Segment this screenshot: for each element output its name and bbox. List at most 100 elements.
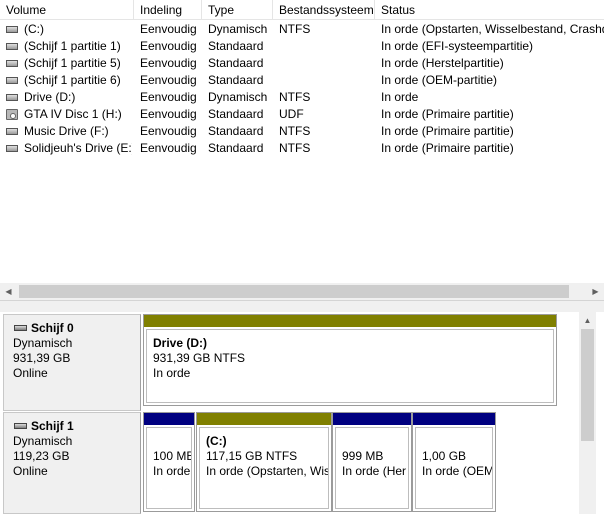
column-header-row: Volume Indeling Type Bestandssysteem Sta…: [0, 0, 604, 20]
disk-row: Schijf 0 Dynamisch 931,39 GB Online Driv…: [3, 314, 579, 411]
partition-details: (C:) 117,15 GB NTFS In orde (Opstarten, …: [199, 427, 329, 509]
volume-status: In orde (Primaire partitie): [381, 107, 514, 121]
volume-layout: Eenvoudig: [140, 124, 197, 138]
volume-layout: Eenvoudig: [140, 141, 197, 155]
column-header-type[interactable]: Type: [202, 0, 273, 20]
volume-type: Standaard: [208, 39, 264, 53]
volume-status: In orde (EFI-systeempartitie): [381, 39, 534, 53]
volume-type: Standaard: [208, 73, 264, 87]
partition-type-bar: [144, 413, 194, 425]
column-header-filesystem[interactable]: Bestandssysteem: [273, 0, 375, 20]
scroll-right-icon[interactable]: ▶: [587, 283, 604, 300]
volume-filesystem: [279, 55, 375, 72]
partition-block[interactable]: (C:) 117,15 GB NTFS In orde (Opstarten, …: [196, 412, 332, 512]
partition-size: 999 MB: [342, 449, 384, 463]
disk-name: Schijf 1: [13, 419, 140, 434]
volume-name: Solidjeuh's Drive (E:): [24, 141, 132, 155]
volume-filesystem: [279, 38, 375, 55]
partition-type-bar: [144, 315, 556, 327]
volume-name: (Schijf 1 partitie 6): [24, 73, 121, 87]
partition-size: 117,15 GB NTFS: [206, 449, 298, 463]
volume-filesystem: [279, 72, 375, 89]
partition-status: In orde (Opstarten, Wis: [206, 464, 329, 478]
volume-row[interactable]: (Schijf 1 partitie 1) Eenvoudig Standaar…: [0, 38, 604, 55]
volume-list: Volume Indeling Type Bestandssysteem Sta…: [0, 0, 604, 302]
scroll-up-icon[interactable]: ▲: [579, 312, 596, 329]
column-header-layout[interactable]: Indeling: [134, 0, 202, 20]
volume-name: (Schijf 1 partitie 5): [24, 56, 121, 70]
partition-type-bar: [333, 413, 411, 425]
volume-row[interactable]: Drive (D:) Eenvoudig Dynamisch NTFS In o…: [0, 89, 604, 106]
volume-status: In orde (Opstarten, Wisselbestand, Crash…: [381, 22, 604, 36]
disk-info[interactable]: Schijf 0 Dynamisch 931,39 GB Online: [3, 314, 141, 411]
partition-block[interactable]: Drive (D:) 931,39 GB NTFS In orde: [143, 314, 557, 406]
partition-details: 999 MB In orde (Her: [335, 427, 409, 509]
volume-name: (C:): [24, 22, 44, 36]
partition-block[interactable]: 100 MB In orde: [143, 412, 195, 512]
volume-layout: Eenvoudig: [140, 73, 197, 87]
hard-disk-icon: [6, 60, 18, 67]
volume-status: In orde: [381, 90, 419, 104]
hard-disk-icon: [14, 325, 27, 331]
partition-status: In orde (OEM: [422, 464, 493, 478]
disk-state: Online: [13, 366, 48, 380]
volume-type: Standaard: [208, 141, 264, 155]
partition-type-bar: [413, 413, 495, 425]
partition-details: Drive (D:) 931,39 GB NTFS In orde: [146, 329, 554, 403]
volume-row[interactable]: (Schijf 1 partitie 6) Eenvoudig Standaar…: [0, 72, 604, 89]
partition-block[interactable]: 1,00 GB In orde (OEM: [412, 412, 496, 512]
volume-row[interactable]: (C:) Eenvoudig Dynamisch NTFS In orde (O…: [0, 21, 604, 38]
partition-title: Drive (D:): [153, 336, 208, 350]
volume-layout: Eenvoudig: [140, 39, 197, 53]
disk-type: Dynamisch: [13, 434, 73, 448]
volume-type: Standaard: [208, 107, 264, 121]
hard-disk-icon: [6, 43, 18, 50]
disk-type: Dynamisch: [13, 336, 73, 350]
volume-status: In orde (Primaire partitie): [381, 124, 514, 138]
column-header-status[interactable]: Status: [375, 0, 604, 20]
disk-size: 119,23 GB: [13, 449, 70, 463]
volume-filesystem: NTFS: [279, 141, 311, 155]
hard-disk-icon: [14, 423, 27, 429]
volume-row[interactable]: (Schijf 1 partitie 5) Eenvoudig Standaar…: [0, 55, 604, 72]
vertical-scrollbar[interactable]: ▲: [579, 312, 596, 514]
horizontal-scroll-thumb[interactable]: [19, 285, 569, 298]
disk-name-label: Schijf 0: [31, 321, 74, 335]
disk-name: Schijf 0: [13, 321, 140, 336]
partition-size: 931,39 GB NTFS: [153, 351, 246, 365]
volume-name: Drive (D:): [24, 90, 76, 104]
pane-splitter[interactable]: [0, 300, 604, 312]
scroll-left-icon[interactable]: ◀: [0, 283, 17, 300]
volume-status: In orde (Primaire partitie): [381, 141, 514, 155]
hard-disk-icon: [6, 26, 18, 33]
volume-row[interactable]: GTA IV Disc 1 (H:) Eenvoudig Standaard U…: [0, 106, 604, 123]
partition-title: (C:): [206, 434, 227, 448]
volume-status: In orde (OEM-partitie): [381, 73, 498, 87]
volume-type: Standaard: [208, 124, 264, 138]
disk-size: 931,39 GB: [13, 351, 71, 365]
partition-details: 100 MB In orde: [146, 427, 192, 509]
vertical-scroll-thumb[interactable]: [581, 329, 594, 441]
volume-type: Standaard: [208, 56, 264, 70]
disk-row: Schijf 1 Dynamisch 119,23 GB Online 100 …: [3, 412, 579, 514]
horizontal-scrollbar[interactable]: ◀ ▶: [0, 283, 604, 300]
disk-management-window: Volume Indeling Type Bestandssysteem Sta…: [0, 0, 604, 514]
volume-row[interactable]: Music Drive (F:) Eenvoudig Standaard NTF…: [0, 123, 604, 140]
volume-filesystem: UDF: [279, 107, 304, 121]
column-header-volume[interactable]: Volume: [0, 0, 134, 20]
volume-row[interactable]: Solidjeuh's Drive (E:) Eenvoudig Standaa…: [0, 140, 604, 157]
volume-layout: Eenvoudig: [140, 56, 197, 70]
hard-disk-icon: [6, 145, 18, 152]
partition-details: 1,00 GB In orde (OEM: [415, 427, 493, 509]
volume-status: In orde (Herstelpartitie): [381, 56, 504, 70]
partition-block[interactable]: 999 MB In orde (Her: [332, 412, 412, 512]
volume-name: Music Drive (F:): [24, 124, 109, 138]
volume-filesystem: NTFS: [279, 124, 311, 138]
hard-disk-icon: [6, 77, 18, 84]
volume-name: GTA IV Disc 1 (H:): [24, 107, 122, 121]
disk-name-label: Schijf 1: [31, 419, 74, 433]
volume-layout: Eenvoudig: [140, 22, 197, 36]
disk-info[interactable]: Schijf 1 Dynamisch 119,23 GB Online: [3, 412, 141, 514]
partition-status: In orde: [153, 464, 191, 478]
volume-layout: Eenvoudig: [140, 90, 197, 104]
